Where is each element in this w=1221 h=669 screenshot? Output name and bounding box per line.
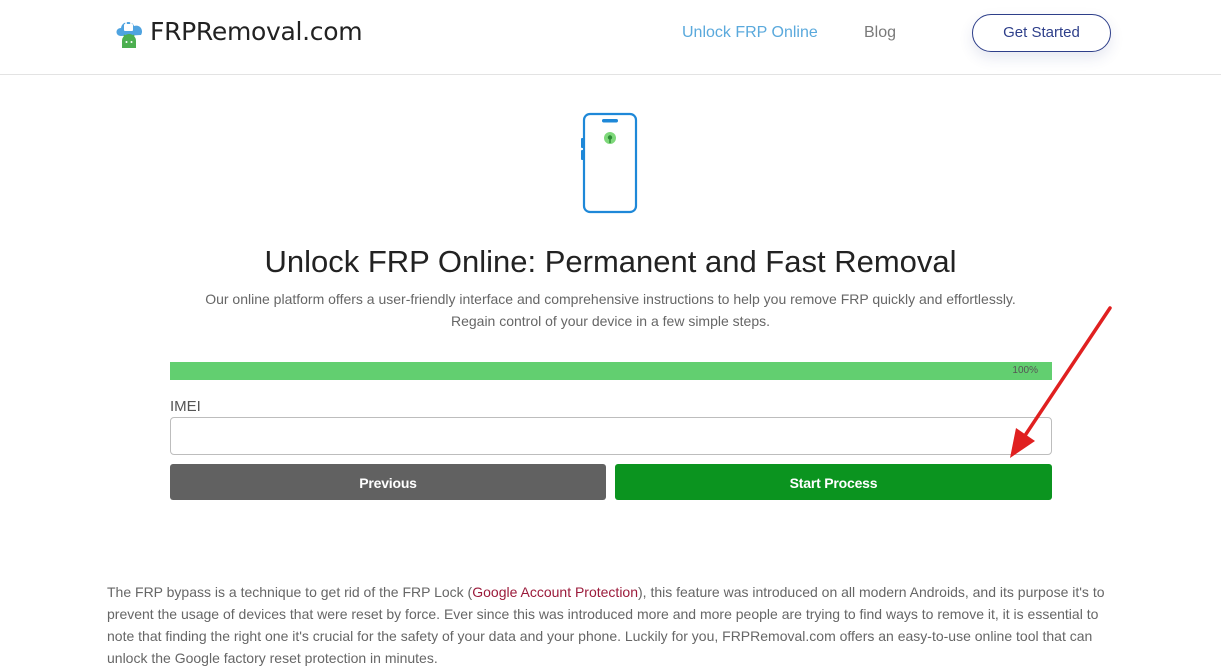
page-title: Unlock FRP Online: Permanent and Fast Re… xyxy=(264,244,957,279)
subtitle-line-1: Our online platform offers a user-friend… xyxy=(205,291,1016,307)
previous-button[interactable]: Previous xyxy=(170,464,606,500)
page-subtitle: Our online platform offers a user-friend… xyxy=(160,288,1061,332)
article-paragraph: The FRP bypass is a technique to get rid… xyxy=(107,581,1117,669)
nav-unlock-frp-online[interactable]: Unlock FRP Online xyxy=(682,24,818,42)
get-started-button[interactable]: Get Started xyxy=(972,14,1111,52)
imei-input[interactable] xyxy=(170,417,1052,455)
cloud-lock-android-icon xyxy=(116,18,143,48)
subtitle-line-2: Regain control of your device in a few s… xyxy=(450,313,771,329)
site-logo[interactable]: FRPRemoval.com xyxy=(113,14,363,50)
nav-blog[interactable]: Blog xyxy=(864,24,896,42)
red-arrow-icon xyxy=(1010,306,1112,458)
imei-label: IMEI xyxy=(170,398,201,415)
google-account-protection-link[interactable]: Google Account Protection xyxy=(472,584,638,600)
logo-text: FRPRemoval.com xyxy=(150,17,363,46)
smartphone-icon xyxy=(581,112,638,214)
progress-fill xyxy=(170,362,1052,380)
article-text-before: The FRP bypass is a technique to get rid… xyxy=(107,584,473,600)
start-process-button[interactable]: Start Process xyxy=(615,464,1052,500)
progress-bar: 100% xyxy=(170,362,1052,380)
site-header: FRPRemoval.com Unlock FRP Online Blog Ge… xyxy=(0,0,1221,75)
